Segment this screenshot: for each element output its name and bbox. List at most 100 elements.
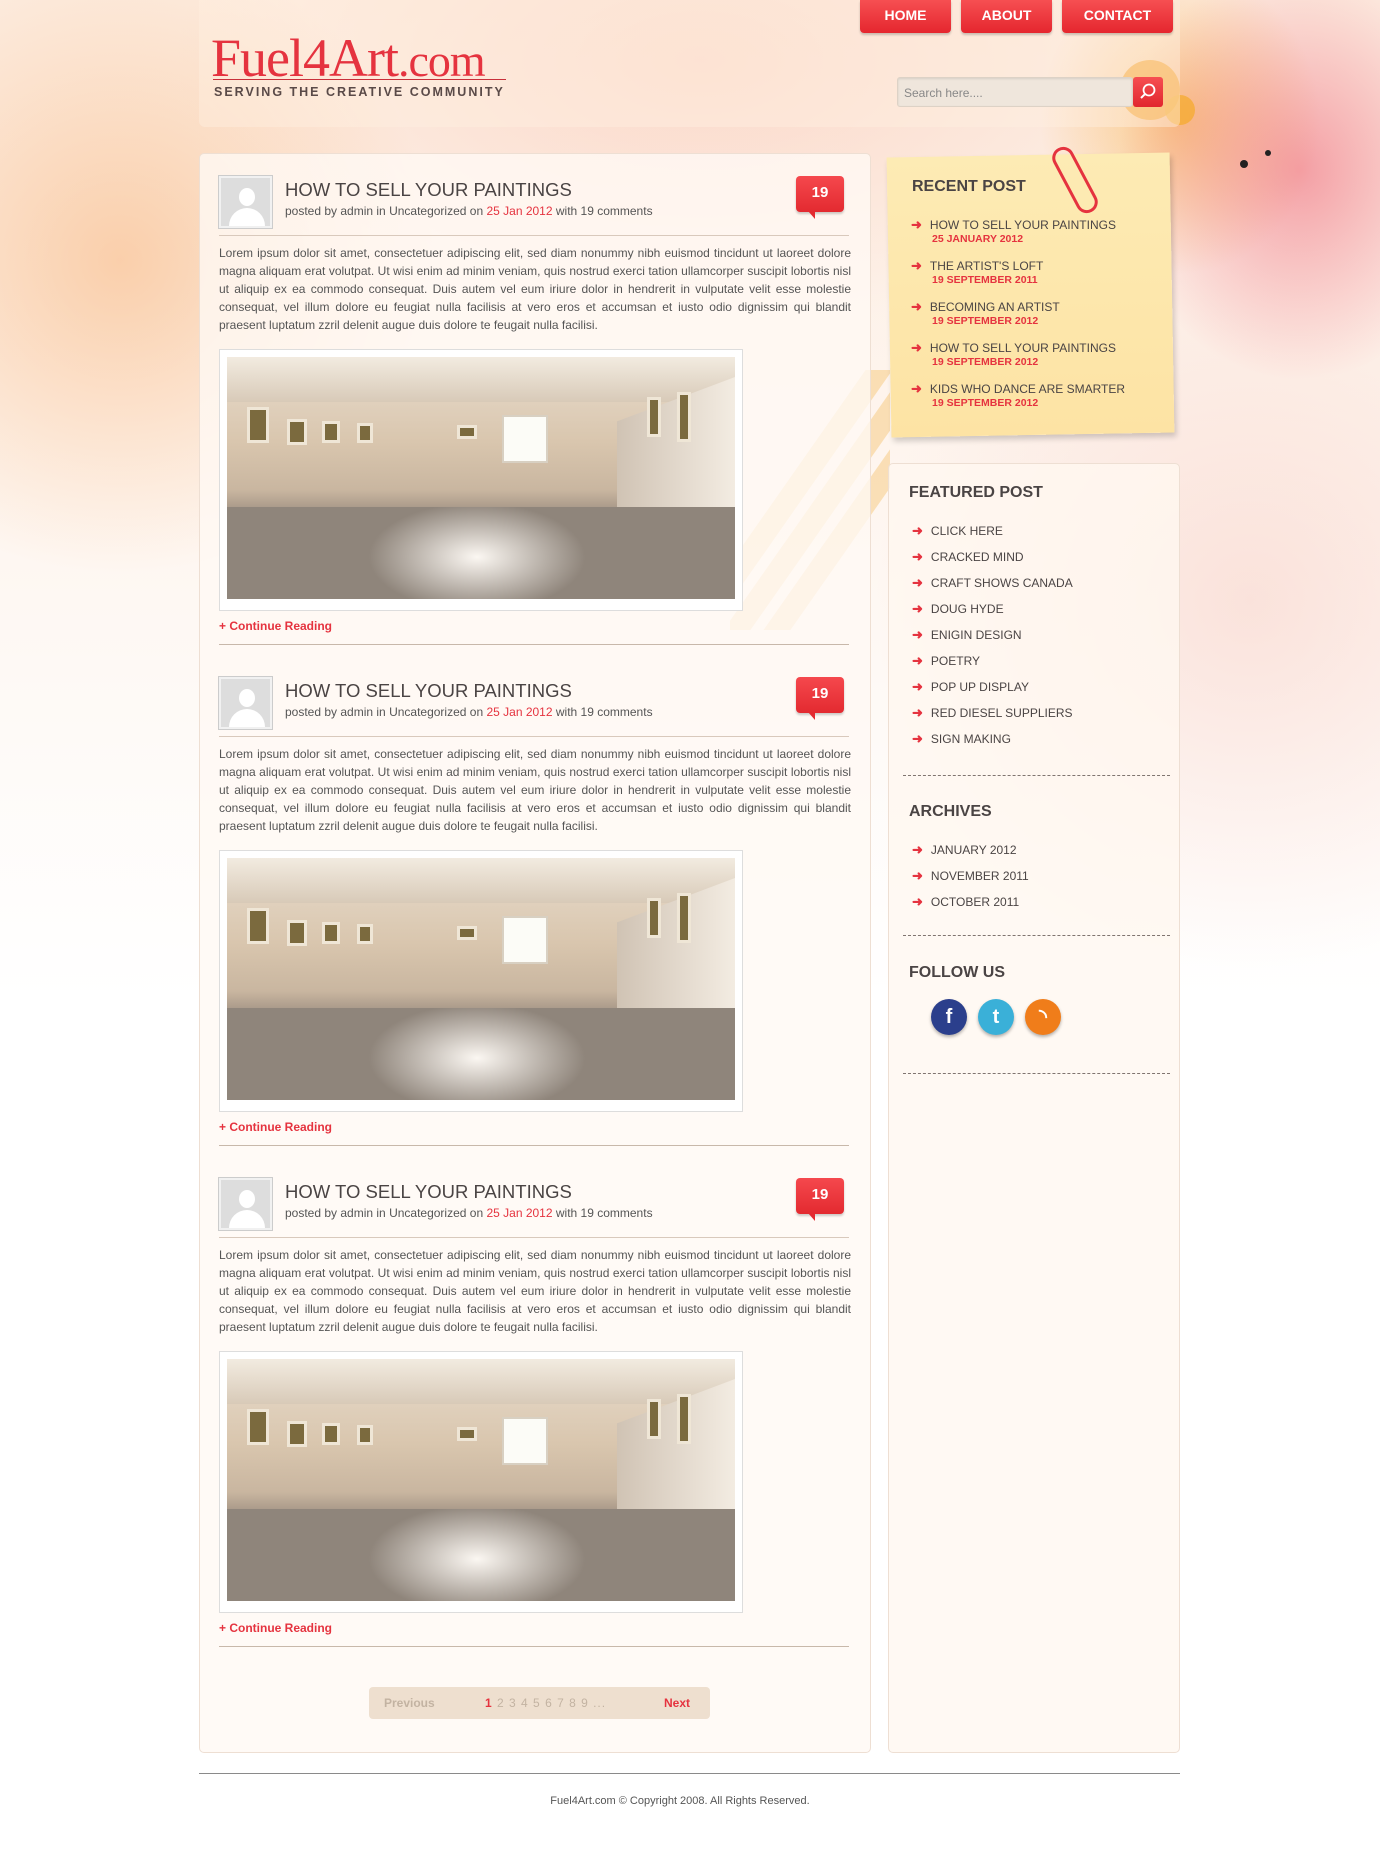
pagination: Previous 1 2 3 4 5 6 7 8 9 ... Next	[369, 1687, 710, 1719]
pagination-pages[interactable]: 1 2 3 4 5 6 7 8 9 ...	[485, 1687, 606, 1719]
post-title[interactable]: HOW TO SELL YOUR PAINTINGS	[285, 680, 572, 702]
recent-post-link[interactable]: ➜ BECOMING AN ARTIST	[911, 299, 1060, 315]
featured-post-link[interactable]: ➜ CRACKED MIND	[912, 549, 1024, 565]
recent-post-date: 25 JANUARY 2012	[932, 233, 1024, 245]
archives-heading: ARCHIVES	[909, 803, 992, 820]
featured-post-link[interactable]: ➜ POETRY	[912, 653, 980, 669]
author-avatar	[218, 676, 273, 730]
post-excerpt: Lorem ipsum dolor sit amet, consectetuer…	[219, 1248, 851, 1334]
logo-underline	[213, 79, 506, 80]
featured-post-link[interactable]: ➜ CRAFT SHOWS CANADA	[912, 575, 1073, 591]
divider	[219, 1237, 849, 1238]
pagination-other-pages[interactable]: 2 3 4 5 6 7 8 9 ...	[497, 1696, 606, 1710]
arrow-right-icon: ➜	[912, 523, 923, 538]
footer-divider	[199, 1773, 1180, 1774]
arrow-right-icon: ➜	[912, 575, 923, 590]
arrow-right-icon: ➜	[912, 653, 923, 668]
featured-post-link[interactable]: ➜ RED DIESEL SUPPLIERS	[912, 705, 1073, 721]
post-image[interactable]	[219, 349, 743, 611]
post-date[interactable]: 25 Jan 2012	[486, 1206, 552, 1220]
arrow-right-icon: ➜	[911, 299, 922, 314]
recent-posts-heading: RECENT POST	[912, 178, 1026, 195]
author-avatar	[218, 175, 273, 229]
arrow-right-icon: ➜	[911, 217, 922, 232]
arrow-right-icon: ➜	[912, 894, 923, 909]
comment-count-badge[interactable]: 19	[796, 677, 844, 720]
arrow-right-icon: ➜	[912, 601, 923, 616]
nav-home-button[interactable]: HOME	[860, 0, 951, 33]
recent-post-date: 19 SEPTEMBER 2012	[932, 356, 1039, 368]
featured-posts-heading: FEATURED POST	[909, 484, 1043, 501]
arrow-right-icon: ➜	[912, 868, 923, 883]
facebook-icon[interactable]: f	[931, 999, 967, 1035]
pagination-previous[interactable]: Previous	[384, 1687, 435, 1719]
arrow-right-icon: ➜	[912, 842, 923, 857]
post-meta: posted by admin in Uncategorized on 25 J…	[285, 705, 653, 719]
recent-post-link[interactable]: ➜ THE ARTIST'S LOFT	[911, 258, 1043, 274]
featured-post-link[interactable]: ➜ POP UP DISPLAY	[912, 679, 1029, 695]
pagination-next[interactable]: Next	[664, 1687, 690, 1719]
recent-post-date: 19 SEPTEMBER 2011	[932, 274, 1038, 286]
continue-reading-link[interactable]: + Continue Reading	[219, 1120, 332, 1134]
post-excerpt: Lorem ipsum dolor sit amet, consectetuer…	[219, 246, 851, 332]
arrow-right-icon: ➜	[912, 731, 923, 746]
arrow-right-icon: ➜	[912, 549, 923, 564]
archive-link[interactable]: ➜ OCTOBER 2011	[912, 894, 1019, 910]
recent-post-date: 19 SEPTEMBER 2012	[932, 315, 1039, 327]
search-box	[897, 77, 1133, 107]
arrow-right-icon: ➜	[911, 381, 922, 396]
divider	[219, 235, 849, 236]
divider	[219, 736, 849, 737]
dashed-divider	[903, 1073, 1170, 1074]
paint-splatter	[1240, 160, 1248, 168]
dashed-divider	[903, 775, 1170, 776]
nav-about-button[interactable]: ABOUT	[961, 0, 1052, 33]
featured-post-link[interactable]: ➜ CLICK HERE	[912, 523, 1003, 539]
arrow-right-icon: ➜	[912, 705, 923, 720]
recent-post-link[interactable]: ➜ KIDS WHO DANCE ARE SMARTER	[911, 381, 1125, 397]
post-image[interactable]	[219, 850, 743, 1112]
arrow-right-icon: ➜	[911, 340, 922, 355]
search-input[interactable]	[904, 83, 1089, 103]
archive-link[interactable]: ➜ NOVEMBER 2011	[912, 868, 1029, 884]
author-avatar	[218, 1177, 273, 1231]
divider	[219, 1646, 849, 1647]
site-tagline: SERVING THE CREATIVE COMMUNITY	[214, 85, 505, 99]
gallery-photo	[227, 1359, 735, 1601]
post-title[interactable]: HOW TO SELL YOUR PAINTINGS	[285, 179, 572, 201]
footer-copyright: Fuel4Art.com © Copyright 2008. All Right…	[550, 1795, 810, 1807]
pagination-current[interactable]: 1	[485, 1696, 493, 1710]
comment-count-badge[interactable]: 19	[796, 1178, 844, 1221]
post-date[interactable]: 25 Jan 2012	[486, 204, 552, 218]
post-title[interactable]: HOW TO SELL YOUR PAINTINGS	[285, 1181, 572, 1203]
continue-reading-link[interactable]: + Continue Reading	[219, 1621, 332, 1635]
divider	[219, 644, 849, 645]
nav-contact-button[interactable]: CONTACT	[1062, 0, 1173, 33]
featured-post-link[interactable]: ➜ SIGN MAKING	[912, 731, 1011, 747]
continue-reading-link[interactable]: + Continue Reading	[219, 619, 332, 633]
recent-post-link[interactable]: ➜ HOW TO SELL YOUR PAINTINGS	[911, 217, 1116, 233]
featured-post-link[interactable]: ➜ ENIGIN DESIGN	[912, 627, 1022, 643]
gallery-photo	[227, 357, 735, 599]
follow-us-heading: FOLLOW US	[909, 964, 1005, 981]
paint-splatter	[1265, 150, 1271, 156]
post-date[interactable]: 25 Jan 2012	[486, 705, 552, 719]
featured-post-link[interactable]: ➜ DOUG HYDE	[912, 601, 1004, 617]
arrow-right-icon: ➜	[912, 627, 923, 642]
rss-icon[interactable]: ◝	[1025, 999, 1061, 1035]
arrow-right-icon: ➜	[911, 258, 922, 273]
site-logo[interactable]: Fuel4Art.com	[211, 28, 486, 91]
archive-link[interactable]: ➜ JANUARY 2012	[912, 842, 1017, 858]
post-excerpt: Lorem ipsum dolor sit amet, consectetuer…	[219, 747, 851, 833]
gallery-photo	[227, 858, 735, 1100]
search-icon	[1140, 83, 1156, 99]
dashed-divider	[903, 935, 1170, 936]
twitter-icon[interactable]: t	[978, 999, 1014, 1035]
divider	[219, 1145, 849, 1146]
arrow-right-icon: ➜	[912, 679, 923, 694]
comment-count-badge[interactable]: 19	[796, 176, 844, 219]
post-image[interactable]	[219, 1351, 743, 1613]
search-button[interactable]	[1133, 77, 1163, 107]
post-meta: posted by admin in Uncategorized on 25 J…	[285, 204, 653, 218]
recent-post-link[interactable]: ➜ HOW TO SELL YOUR PAINTINGS	[911, 340, 1116, 356]
